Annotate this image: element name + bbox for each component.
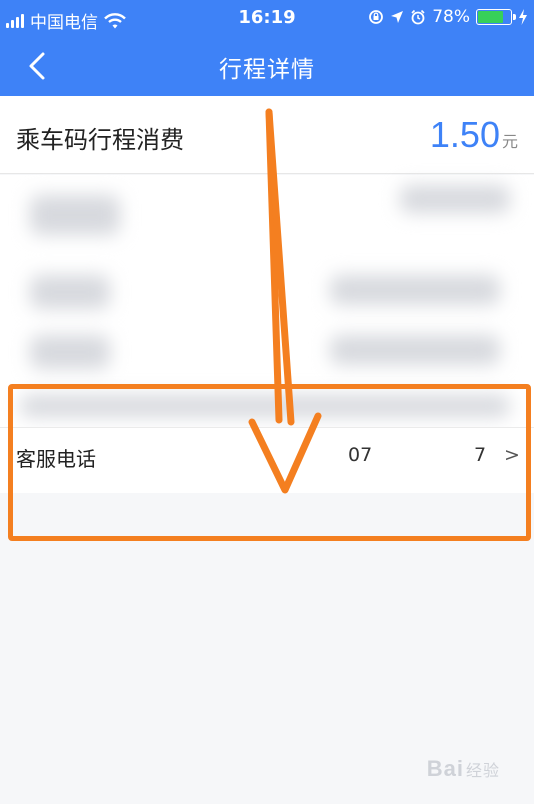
redacted-block bbox=[30, 335, 110, 369]
charging-icon bbox=[519, 9, 527, 25]
customer-service-label: 客服电话 bbox=[16, 447, 96, 471]
location-icon bbox=[391, 11, 404, 23]
battery-icon bbox=[476, 9, 516, 25]
redacted-block bbox=[400, 185, 510, 213]
battery-percent: 78% bbox=[432, 7, 470, 27]
redacted-block bbox=[330, 335, 500, 365]
watermark-text: Bai bbox=[426, 756, 464, 781]
page-title: 行程详情 bbox=[219, 57, 315, 83]
redacted-block bbox=[30, 195, 120, 235]
alarm-icon bbox=[411, 9, 425, 25]
watermark-sub: 经验 bbox=[465, 763, 500, 780]
fare-value: 1.50 bbox=[429, 114, 500, 155]
nav-bar: 行程详情 bbox=[0, 36, 534, 96]
phone-number-end: 7 bbox=[474, 444, 487, 466]
status-bar: 中国电信 16:19 78% bbox=[0, 0, 534, 36]
redacted-block bbox=[30, 275, 110, 309]
redacted-block bbox=[330, 275, 500, 305]
status-right: 78% bbox=[368, 7, 528, 27]
redacted-block bbox=[20, 395, 510, 417]
trip-fare-card: 乘车码行程消费 1.50 元 bbox=[0, 96, 534, 174]
redacted-details bbox=[0, 175, 534, 430]
customer-service-phone-row[interactable]: 客服电话 07 7 > bbox=[0, 427, 534, 493]
rotation-lock-icon bbox=[369, 10, 384, 24]
trip-type-label: 乘车码行程消费 bbox=[16, 126, 184, 154]
watermark-logo: Bai 经验 bbox=[427, 756, 500, 782]
fare-unit: 元 bbox=[501, 132, 518, 151]
chevron-right-icon: > bbox=[504, 444, 520, 466]
phone-number-start: 07 bbox=[348, 444, 373, 466]
fare-amount: 1.50 元 bbox=[430, 114, 518, 156]
